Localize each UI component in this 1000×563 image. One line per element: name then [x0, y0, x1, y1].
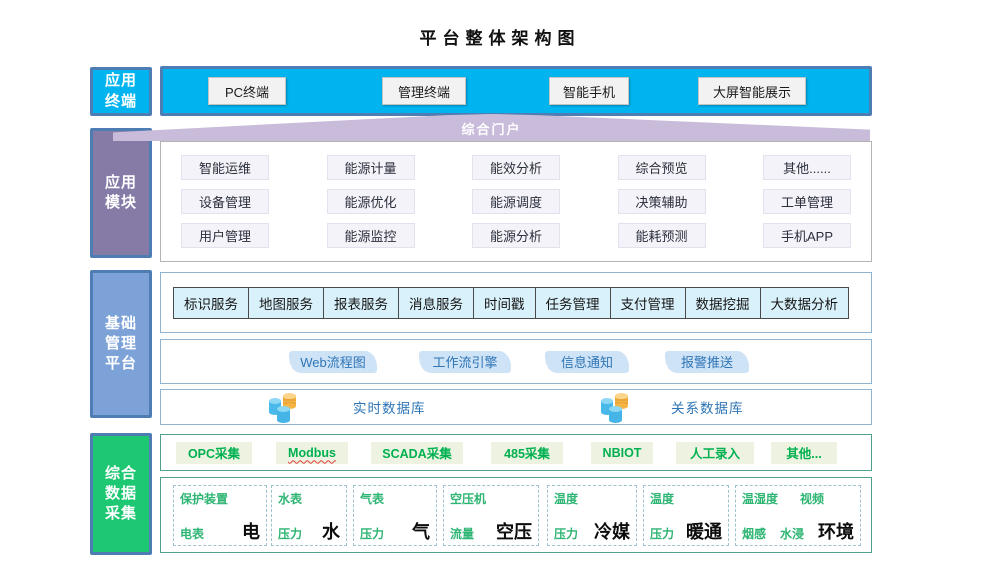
- services-row: 标识服务 地图服务 报表服务 消息服务 时间戳 任务管理 支付管理 数据挖掘 大…: [173, 287, 849, 319]
- databases-box: 实时数据库 关系数据库: [160, 389, 872, 425]
- module-work-order[interactable]: 工单管理: [763, 189, 851, 214]
- sidebar-item-data-collection: 综合 数据 采集: [90, 433, 152, 555]
- device-label: 温度: [554, 490, 578, 507]
- database-cylinders-icon: [266, 391, 304, 425]
- device-label: 压力: [360, 525, 384, 542]
- module-energy-metering[interactable]: 能源计量: [327, 155, 415, 180]
- device-label: 烟感: [742, 525, 766, 542]
- service-timestamp[interactable]: 时间戳: [473, 287, 536, 319]
- middleware-web-flowchart[interactable]: Web流程图: [289, 351, 377, 373]
- device-cell-environment[interactable]: 温湿度 视频 烟感水浸环境: [735, 485, 861, 546]
- device-cell-refrigerant[interactable]: 温度 压力冷媒: [547, 485, 637, 546]
- module-energy-monitoring[interactable]: 能源监控: [327, 223, 415, 248]
- module-energy-dispatch[interactable]: 能源调度: [472, 189, 560, 214]
- module-others[interactable]: 其他......: [763, 155, 851, 180]
- device-label: 温度: [650, 490, 674, 507]
- module-decision-support[interactable]: 决策辅助: [618, 189, 706, 214]
- protocols-box: OPC采集 Modbus SCADA采集 485采集 NBIOT 人工录入 其他…: [160, 434, 872, 471]
- middleware-box: Web流程图 工作流引擎 信息通知 报警推送: [160, 339, 872, 384]
- service-payment-mgmt[interactable]: 支付管理: [610, 287, 686, 319]
- device-cell-air-compression[interactable]: 空压机 流量 空压: [443, 485, 539, 546]
- portal-label: 综合门户: [461, 119, 521, 141]
- module-efficiency-analysis[interactable]: 能效分析: [472, 155, 560, 180]
- modules-row: 智能运维 能源计量 能效分析 综合预览 其他......: [181, 155, 851, 180]
- protocol-modbus[interactable]: Modbus: [276, 442, 348, 464]
- architecture-diagram: 平台整体架构图 应用 终端 应用 模块 基础 管理 平台 综合 数据 采集 PC…: [0, 0, 1000, 563]
- module-intelligent-ops[interactable]: 智能运维: [181, 155, 269, 180]
- terminal-smartphone[interactable]: 智能手机: [549, 77, 629, 105]
- device-label: 压力: [278, 525, 302, 542]
- protocol-nbiot[interactable]: NBIOT: [591, 442, 653, 464]
- middleware-alarm-push[interactable]: 报警推送: [665, 351, 749, 373]
- device-label: 水表: [278, 490, 302, 507]
- sidebar-item-app-terminal: 应用 终端: [90, 67, 152, 116]
- protocol-485[interactable]: 485采集: [491, 442, 563, 464]
- device-category-label: 暖通: [686, 523, 722, 541]
- device-cell-water[interactable]: 水表 压力 水: [271, 485, 347, 546]
- module-overview[interactable]: 综合预览: [618, 155, 706, 180]
- device-label: 空压机: [450, 490, 486, 507]
- module-device-mgmt[interactable]: 设备管理: [181, 189, 269, 214]
- devices-box: 保护装置 电表电 水表 压力水 气表 压力气 空压机 流量空压 温度 压力冷媒 …: [160, 477, 872, 553]
- service-big-data[interactable]: 大数据分析: [760, 287, 850, 319]
- device-label: 气表: [360, 490, 384, 507]
- device-label: 压力: [554, 525, 578, 542]
- protocol-others[interactable]: 其他...: [771, 442, 837, 464]
- realtime-database-label[interactable]: 实时数据库: [353, 397, 426, 417]
- sidebar-item-base-platform: 基础 管理 平台: [90, 270, 152, 418]
- device-label: 电表: [180, 525, 204, 542]
- device-label: 压力: [650, 525, 674, 542]
- service-task-mgmt[interactable]: 任务管理: [535, 287, 611, 319]
- terminal-big-screen[interactable]: 大屏智能展示: [698, 77, 806, 105]
- module-energy-optimization[interactable]: 能源优化: [327, 189, 415, 214]
- service-report[interactable]: 报表服务: [323, 287, 399, 319]
- device-category-label: 气: [412, 523, 430, 541]
- device-label: 温湿度: [742, 490, 778, 507]
- device-label: 保护装置: [180, 490, 228, 507]
- app-modules-box: 智能运维 能源计量 能效分析 综合预览 其他...... 设备管理 能源优化 能…: [160, 141, 872, 262]
- device-category-label: 水: [322, 523, 340, 541]
- middleware-info-notification[interactable]: 信息通知: [545, 351, 629, 373]
- module-mobile-app[interactable]: 手机APP: [763, 223, 851, 248]
- terminal-band: PC终端 管理终端 智能手机 大屏智能展示: [160, 66, 872, 116]
- terminal-management[interactable]: 管理终端: [382, 77, 466, 105]
- module-energy-analysis[interactable]: 能源分析: [472, 223, 560, 248]
- protocol-opc[interactable]: OPC采集: [176, 442, 252, 464]
- module-consumption-forecast[interactable]: 能耗预测: [618, 223, 706, 248]
- relational-database-label[interactable]: 关系数据库: [671, 397, 744, 417]
- protocol-modbus-label: Modbus: [288, 446, 336, 460]
- database-cylinders-icon: [598, 391, 636, 425]
- protocol-scada[interactable]: SCADA采集: [371, 442, 463, 464]
- portal-banner: 综合门户: [113, 114, 870, 141]
- device-label: 流量: [450, 525, 474, 542]
- device-cell-electricity[interactable]: 保护装置 电表 电: [173, 485, 267, 546]
- service-map[interactable]: 地图服务: [248, 287, 324, 319]
- device-label: 水浸: [780, 525, 804, 542]
- device-category-label: 电: [242, 523, 260, 541]
- device-cell-gas[interactable]: 气表 压力 气: [353, 485, 437, 546]
- device-label: 视频: [800, 490, 824, 507]
- terminal-pc[interactable]: PC终端: [208, 77, 286, 105]
- device-cell-hvac[interactable]: 温度 压力暖通: [643, 485, 729, 546]
- page-title: 平台整体架构图: [0, 24, 1000, 49]
- modules-row: 设备管理 能源优化 能源调度 决策辅助 工单管理: [181, 189, 851, 214]
- module-user-mgmt[interactable]: 用户管理: [181, 223, 269, 248]
- services-box: 标识服务 地图服务 报表服务 消息服务 时间戳 任务管理 支付管理 数据挖掘 大…: [160, 272, 872, 333]
- modules-row: 用户管理 能源监控 能源分析 能耗预测 手机APP: [181, 223, 851, 248]
- device-category-label: 环境: [818, 523, 854, 541]
- service-data-mining[interactable]: 数据挖掘: [685, 287, 761, 319]
- device-category-label: 空压: [496, 523, 532, 541]
- middleware-workflow-engine[interactable]: 工作流引擎: [419, 351, 511, 373]
- service-identifier[interactable]: 标识服务: [173, 287, 249, 319]
- sidebar-item-app-modules: 应用 模块: [90, 128, 152, 258]
- device-category-label: 冷媒: [594, 523, 630, 541]
- service-message[interactable]: 消息服务: [398, 287, 474, 319]
- protocol-manual-entry[interactable]: 人工录入: [676, 442, 754, 464]
